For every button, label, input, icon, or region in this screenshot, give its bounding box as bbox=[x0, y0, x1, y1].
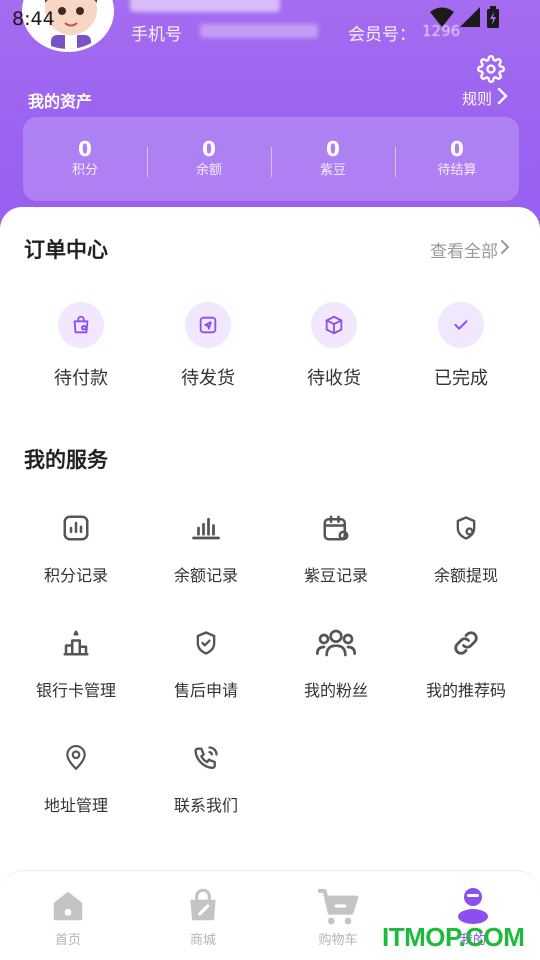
service-label: 紫豆记录 bbox=[303, 566, 368, 585]
order-label: 待付款 bbox=[54, 368, 108, 389]
chevron-right-icon bbox=[500, 239, 510, 260]
signal-icon bbox=[460, 7, 480, 27]
order-completed[interactable]: 已完成 bbox=[406, 302, 516, 390]
service-label: 售后申请 bbox=[173, 681, 238, 700]
asset-label: 余额 bbox=[195, 163, 222, 178]
asset-value: 0 bbox=[202, 137, 216, 161]
asset-label: 紫豆 bbox=[319, 163, 346, 178]
shield-check-icon bbox=[141, 625, 271, 661]
calendar-icon bbox=[271, 510, 401, 546]
order-label: 待收货 bbox=[307, 368, 361, 389]
tab-home[interactable]: 首页 bbox=[18, 885, 118, 948]
assets-card: 0 积分 0 余额 0 紫豆 0 待结算 bbox=[23, 117, 519, 201]
watermark: ITMOP.COM bbox=[382, 922, 525, 952]
view-all-orders-link[interactable]: 查看全部 bbox=[430, 237, 510, 262]
service-label: 地址管理 bbox=[43, 796, 108, 815]
service-label: 联系我们 bbox=[173, 796, 238, 815]
tab-cart[interactable]: 购物车 bbox=[288, 885, 388, 948]
service-label: 余额记录 bbox=[173, 566, 238, 585]
shop-bag-icon bbox=[153, 885, 253, 927]
link-icon bbox=[401, 625, 531, 661]
bar-chart-icon bbox=[141, 510, 271, 546]
order-center-title: 订单中心 bbox=[24, 238, 108, 262]
profile-header: 手机号 会员号： 1296 8:44 我的资产 规则 0 积分 0 余额 0 紫… bbox=[0, 0, 540, 240]
phone-icon bbox=[141, 740, 271, 776]
service-referral-code[interactable]: 我的推荐码 bbox=[401, 625, 531, 701]
location-pin-icon bbox=[11, 740, 141, 776]
podium-icon bbox=[11, 625, 141, 661]
shopping-bag-icon bbox=[58, 302, 104, 348]
service-address-management[interactable]: 地址管理 bbox=[11, 740, 141, 816]
status-icons bbox=[430, 6, 500, 28]
service-contact-us[interactable]: 联系我们 bbox=[141, 740, 271, 816]
asset-purple-beans[interactable]: 0 紫豆 bbox=[271, 137, 395, 181]
service-balance-record[interactable]: 余额记录 bbox=[141, 510, 271, 586]
asset-value: 0 bbox=[450, 137, 464, 161]
asset-label: 积分 bbox=[71, 163, 98, 178]
status-time: 8:44 bbox=[12, 8, 55, 30]
settings-gear-icon[interactable] bbox=[477, 55, 505, 83]
battery-icon bbox=[486, 6, 500, 28]
member-label: 会员号： bbox=[348, 25, 416, 45]
phone-label: 手机号 bbox=[131, 25, 182, 45]
package-icon bbox=[311, 302, 357, 348]
service-label: 我的推荐码 bbox=[425, 681, 506, 700]
profile-icon bbox=[423, 885, 523, 927]
check-icon bbox=[438, 302, 484, 348]
asset-value: 0 bbox=[78, 137, 92, 161]
asset-pending-settlement[interactable]: 0 待结算 bbox=[395, 137, 519, 181]
service-label: 银行卡管理 bbox=[35, 681, 116, 700]
order-label: 待发货 bbox=[181, 368, 235, 389]
service-purple-bean-record[interactable]: 紫豆记录 bbox=[271, 510, 401, 586]
order-pending-shipment[interactable]: 待发货 bbox=[153, 302, 263, 390]
rules-label: 规则 bbox=[462, 89, 493, 108]
service-after-sales[interactable]: 售后申请 bbox=[141, 625, 271, 701]
service-label: 我的粉丝 bbox=[303, 681, 368, 700]
asset-value: 0 bbox=[326, 137, 340, 161]
order-pending-payment[interactable]: 待付款 bbox=[26, 302, 136, 390]
tab-label: 首页 bbox=[54, 933, 81, 948]
view-all-label: 查看全部 bbox=[430, 242, 498, 262]
phone-number bbox=[200, 24, 318, 38]
my-services-title: 我的服务 bbox=[24, 448, 108, 472]
order-pending-receipt[interactable]: 待收货 bbox=[279, 302, 389, 390]
asset-balance[interactable]: 0 余额 bbox=[147, 137, 271, 181]
service-my-fans[interactable]: 我的粉丝 bbox=[271, 625, 401, 701]
asset-label: 待结算 bbox=[437, 163, 477, 178]
order-label: 已完成 bbox=[434, 368, 488, 389]
tab-shop[interactable]: 商城 bbox=[153, 885, 253, 948]
cart-icon bbox=[288, 885, 388, 927]
rules-link[interactable]: 规则 bbox=[462, 87, 508, 109]
home-icon bbox=[18, 885, 118, 927]
assets-title: 我的资产 bbox=[28, 92, 93, 111]
bar-chart-box-icon bbox=[11, 510, 141, 546]
service-label: 积分记录 bbox=[43, 566, 108, 585]
shield-coin-icon bbox=[401, 510, 531, 546]
asset-points[interactable]: 0 积分 bbox=[23, 137, 147, 181]
service-label: 余额提现 bbox=[433, 566, 498, 585]
send-icon bbox=[185, 302, 231, 348]
chevron-right-icon bbox=[496, 87, 508, 109]
users-icon bbox=[271, 625, 401, 661]
service-balance-withdraw[interactable]: 余额提现 bbox=[401, 510, 531, 586]
user-name bbox=[130, 0, 280, 12]
tab-label: 商城 bbox=[189, 933, 216, 948]
wifi-icon bbox=[430, 7, 454, 27]
tab-label: 购物车 bbox=[318, 933, 358, 948]
service-points-record[interactable]: 积分记录 bbox=[11, 510, 141, 586]
service-bank-card[interactable]: 银行卡管理 bbox=[11, 625, 141, 701]
